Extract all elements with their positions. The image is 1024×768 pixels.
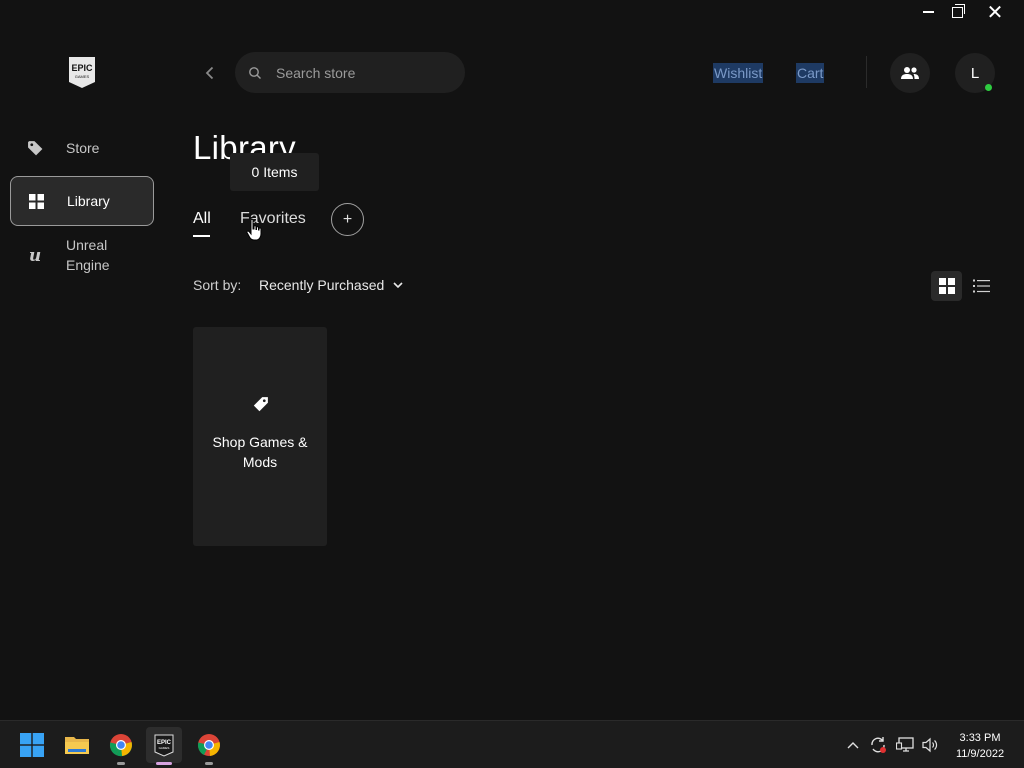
windows-icon — [20, 733, 44, 757]
volume-tray-button[interactable] — [920, 735, 940, 755]
cart-link[interactable]: Cart — [796, 63, 825, 83]
sync-tray-button[interactable] — [868, 735, 888, 755]
friends-button[interactable] — [890, 53, 930, 93]
chrome-button[interactable] — [103, 727, 139, 763]
epic-active-indicator — [156, 762, 172, 765]
unreal-icon: u — [24, 244, 46, 266]
list-view-icon — [972, 279, 990, 293]
sidebar-item-label: Unreal Engine — [66, 237, 110, 273]
network-tray-button[interactable] — [895, 735, 915, 755]
volume-icon — [922, 737, 938, 753]
show-hidden-icons-button[interactable] — [843, 735, 863, 755]
sidebar-item-label: Store — [66, 140, 100, 156]
sort-dropdown[interactable]: Recently Purchased — [259, 277, 404, 293]
close-button[interactable]: ✕ — [978, 0, 1012, 24]
tab-selected-underline — [193, 235, 210, 237]
back-button[interactable] — [199, 62, 221, 84]
svg-text:u: u — [29, 246, 41, 264]
add-collection-button[interactable]: + — [331, 203, 364, 236]
wishlist-link[interactable]: Wishlist — [713, 63, 764, 83]
sort-value: Recently Purchased — [259, 277, 385, 293]
list-view-button[interactable] — [966, 271, 996, 301]
epic-games-logo[interactable]: EPIC GAMES — [67, 56, 97, 89]
restore-icon — [951, 3, 965, 18]
epic-games-icon: EPICGAMES — [154, 734, 174, 757]
network-icon — [896, 737, 914, 752]
start-button[interactable] — [14, 727, 50, 763]
chrome-icon — [109, 734, 132, 757]
sort-label: Sort by: — [193, 277, 242, 293]
friends-icon — [901, 67, 919, 79]
tag-icon — [24, 137, 46, 159]
chrome-running-indicator-2 — [205, 762, 213, 765]
search-icon — [249, 66, 261, 79]
taskbar: EPIC GAMES 3:33 PM 11/9/2022 — [0, 720, 1024, 768]
plus-icon: + — [342, 210, 353, 228]
svg-text:GAMES: GAMES — [159, 746, 170, 750]
search-bar[interactable] — [235, 52, 465, 93]
clock-date: 11/9/2022 — [955, 748, 1005, 760]
sidebar-item-store[interactable]: Store — [10, 123, 154, 173]
hand-cursor-icon — [246, 218, 262, 241]
taskbar-clock[interactable]: 3:33 PM 11/9/2022 — [945, 730, 1015, 762]
clock-time: 3:33 PM — [959, 732, 1001, 744]
chrome-running-indicator — [117, 762, 125, 765]
restore-button[interactable] — [940, 0, 974, 24]
grid-view-icon — [938, 278, 955, 294]
sidebar-item-library[interactable]: Library — [10, 176, 154, 226]
epic-launcher-button[interactable]: EPIC GAMES — [146, 727, 182, 763]
search-input[interactable] — [274, 63, 448, 82]
items-count-tooltip: 0 Items — [230, 153, 319, 191]
logo-text-games: GAMES — [75, 74, 90, 79]
sync-icon — [871, 737, 886, 753]
sidebar-item-label: Library — [67, 193, 110, 209]
grid-view-button[interactable] — [931, 271, 962, 301]
chevron-down-icon — [393, 282, 403, 289]
tag-icon — [253, 397, 268, 412]
close-icon: ✕ — [986, 1, 1004, 24]
folder-icon — [65, 737, 89, 754]
chevron-up-icon — [847, 742, 859, 749]
logo-text-epic: EPIC — [71, 63, 93, 73]
sidebar-item-unreal-engine[interactable]: u Unreal Engine — [10, 230, 154, 280]
topbar-divider — [866, 56, 867, 88]
online-status-dot — [985, 84, 992, 91]
tab-all[interactable]: All — [193, 210, 211, 228]
file-explorer-button[interactable] — [59, 727, 95, 763]
shop-card-label: Shop Games & Mods — [212, 434, 308, 470]
chevron-left-icon — [205, 66, 214, 80]
minimize-icon — [922, 11, 934, 13]
grid-icon — [25, 190, 47, 212]
shop-games-card[interactable]: Shop Games & Mods — [193, 327, 327, 546]
chrome-icon — [197, 734, 220, 756]
chrome-button-2[interactable] — [191, 727, 227, 763]
